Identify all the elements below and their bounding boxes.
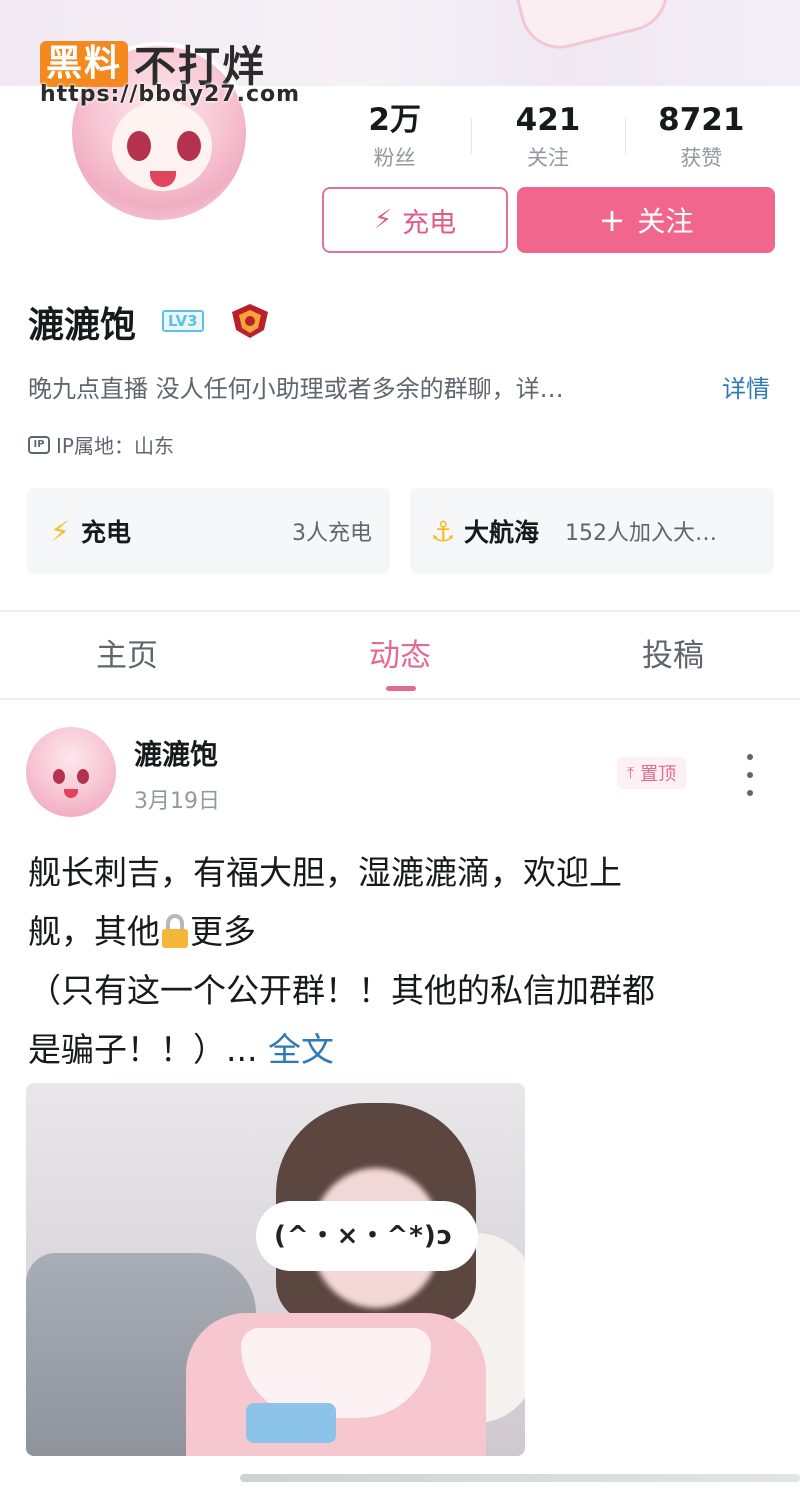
ip-location: IP IP属地：山东	[28, 430, 174, 459]
pin-icon: ⤒	[627, 763, 635, 782]
charge-card-title: 充电	[81, 518, 132, 547]
follow-button[interactable]: + 关注	[517, 187, 775, 253]
stat-label: 粉丝	[373, 146, 416, 170]
post-text-line: 舰长刺吉，有福大胆，湿漉漉滴，欢迎上	[28, 853, 622, 892]
image-bow	[246, 1403, 336, 1443]
avatar-eye	[127, 131, 151, 161]
watermark-badge: 黑料	[40, 40, 129, 87]
banner-decoration	[513, 0, 677, 58]
medal-icon[interactable]	[228, 302, 272, 340]
dot	[747, 790, 753, 796]
level-badge: LV3	[162, 310, 204, 332]
tab-submissions[interactable]: 投稿	[546, 612, 800, 698]
home-indicator	[240, 1474, 800, 1482]
tab-home[interactable]: 主页	[0, 612, 254, 698]
stat-value: 421	[515, 102, 581, 138]
lock-icon	[160, 914, 190, 948]
charge-card[interactable]: ⚡ 充电 3人充电	[27, 488, 390, 574]
voyage-card-meta: 152人加入大…	[565, 521, 718, 546]
post-author-name[interactable]: 漉漉饱	[134, 733, 218, 773]
dot	[747, 772, 753, 778]
stat-fans[interactable]: 2万 粉丝	[318, 100, 471, 175]
post-content: 舰长刺吉，有福大胆，湿漉漉滴，欢迎上 舰，其他 更多 （只有这一个公开群！！其他的…	[28, 843, 768, 1079]
lightning-icon: ⚡	[373, 205, 393, 235]
active-tab-indicator	[386, 686, 416, 691]
image-emoticon: (^・×・^*)ↄ	[274, 1221, 454, 1251]
post-date: 3月19日	[134, 789, 220, 814]
avatar-mouth	[64, 789, 78, 798]
avatar-eye	[53, 769, 65, 784]
post-text-line: （只有这一个公开群！！其他的私信加群都	[28, 971, 655, 1010]
profile-bio: 晚九点直播 没人任何小助理或者多余的群聊，详…	[28, 375, 564, 403]
stat-value: 8721	[658, 102, 745, 138]
follow-button-label: 关注	[637, 205, 694, 238]
anchor-icon: ⚓	[430, 514, 456, 548]
charge-card-meta: 3人充电	[292, 521, 372, 546]
stat-following[interactable]: 421 关注	[471, 100, 624, 175]
stat-label: 获赞	[680, 146, 723, 170]
more-options-icon[interactable]	[736, 754, 764, 796]
dot	[747, 754, 753, 760]
pinned-badge: ⤒ 置顶	[617, 757, 687, 789]
avatar-eye	[77, 769, 89, 784]
profile-stats: 2万 粉丝 421 关注 8721 获赞	[318, 100, 778, 175]
pinned-label: 置顶	[640, 764, 677, 785]
post-text-fragment: 更多	[190, 912, 256, 951]
bio-details-link[interactable]: 详情	[722, 369, 770, 404]
plus-icon: +	[598, 201, 626, 239]
charge-button-label: 充电	[402, 207, 457, 239]
watermark-url: https://bbdy27.com	[40, 82, 301, 107]
stat-label: 关注	[526, 146, 569, 170]
stat-likes[interactable]: 8721 获赞	[624, 100, 778, 175]
post-text-line: 舰，其他 更多	[28, 902, 768, 961]
ip-location-text: IP属地：山东	[56, 434, 174, 458]
post-text-fragment: 是骗子！！）...	[28, 1030, 268, 1069]
voyage-card[interactable]: ⚓ 大航海 152人加入大…	[410, 488, 774, 574]
profile-username: 漉漉饱	[28, 305, 137, 346]
lightning-icon: ⚡	[50, 514, 70, 548]
post-author-avatar[interactable]	[26, 727, 116, 817]
read-more-link[interactable]: 全文	[268, 1030, 334, 1069]
post-image[interactable]: (^・×・^*)ↄ	[26, 1083, 525, 1456]
post-text-line: 是骗子！！）... 全文	[28, 1020, 768, 1079]
avatar-eye	[177, 131, 201, 161]
stat-value: 2万	[368, 102, 421, 138]
ip-icon: IP	[28, 435, 50, 454]
voyage-card-title: 大航海	[464, 518, 540, 547]
charge-button[interactable]: ⚡ 充电	[322, 187, 508, 253]
post-text-fragment: 舰，其他	[28, 912, 160, 951]
